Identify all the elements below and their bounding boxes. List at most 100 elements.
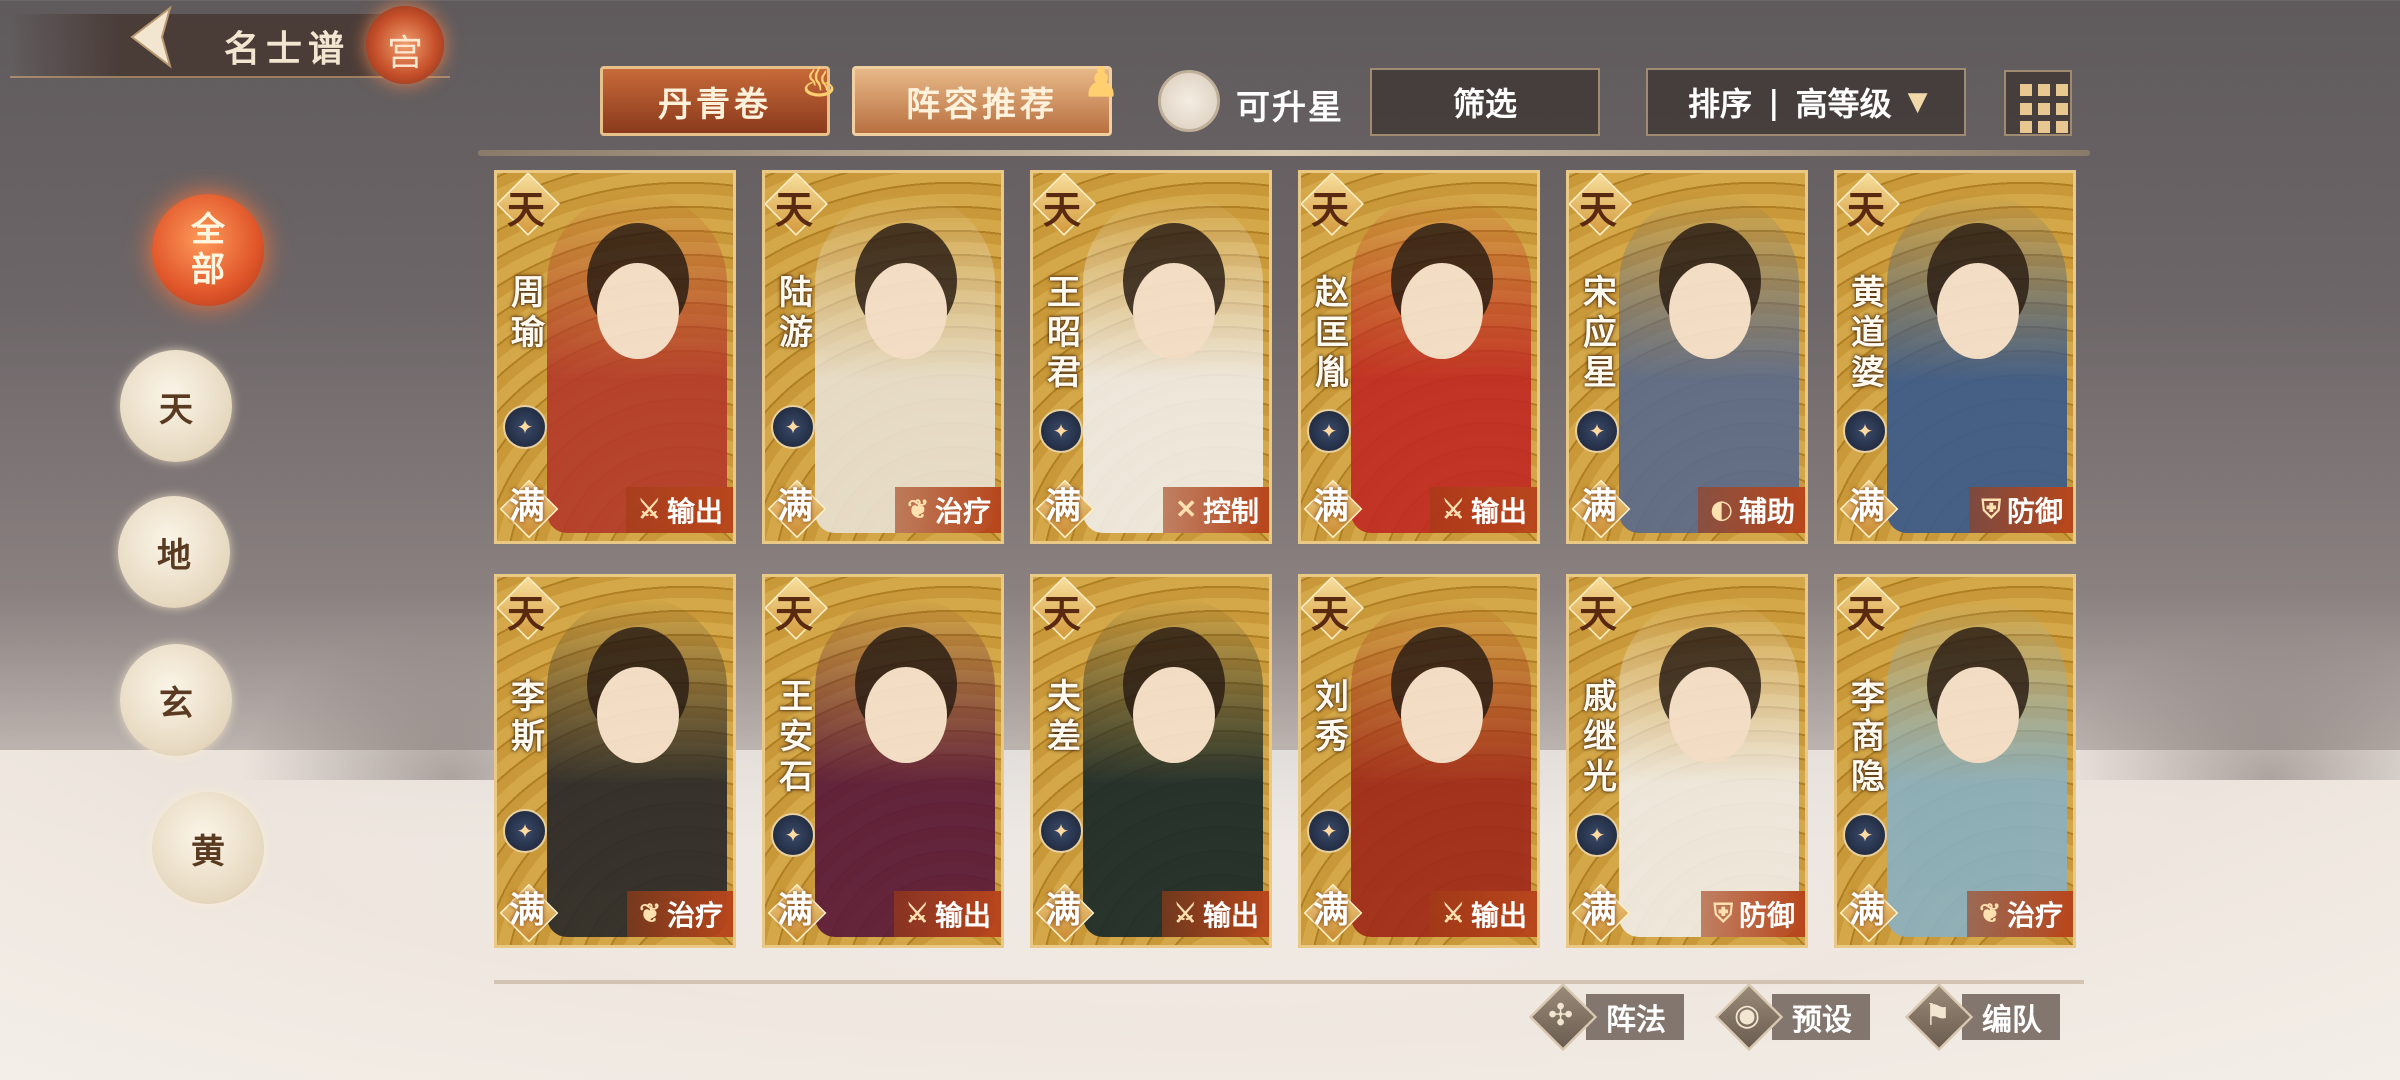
faction-icon: ✦ bbox=[771, 813, 815, 857]
hero-portrait bbox=[1351, 597, 1531, 937]
max-level-badge: 满 bbox=[509, 485, 546, 527]
faction-icon: ✦ bbox=[503, 809, 547, 853]
tier-badge: 天 bbox=[1043, 591, 1082, 636]
role-label: 输出 bbox=[1470, 899, 1527, 932]
hero-card[interactable]: 天 周瑜 ✦ 满 ⚔ 输出 bbox=[494, 170, 736, 544]
hero-name: 陆游 bbox=[779, 273, 813, 353]
preset-button[interactable]: ◉ 预设 bbox=[1714, 982, 1870, 1052]
shield-icon: ⛨ bbox=[1713, 898, 1733, 929]
background-mountain bbox=[2060, 620, 2400, 780]
role-label: 控制 bbox=[1202, 495, 1259, 528]
rank-filter-xuan[interactable]: 玄 bbox=[120, 644, 232, 756]
tier-badge: 天 bbox=[507, 591, 546, 636]
hero-portrait bbox=[815, 597, 995, 937]
formation-button[interactable]: ✣ 阵法 bbox=[1528, 982, 1684, 1052]
sword-icon: ⚔ bbox=[637, 495, 661, 525]
role-label: 辅助 bbox=[1738, 495, 1795, 528]
filter-button[interactable]: 筛选 bbox=[1370, 68, 1600, 136]
sort-dropdown[interactable]: 排序 | 高等级 ▼ bbox=[1646, 68, 1966, 136]
faction-icon: ✦ bbox=[1843, 409, 1887, 453]
hero-portrait bbox=[1887, 193, 2067, 533]
role-label: 治疗 bbox=[2006, 899, 2063, 932]
preset-label: 预设 bbox=[1772, 994, 1870, 1040]
hero-name: 黄道婆 bbox=[1851, 273, 1885, 393]
tab-lineup-recommend[interactable]: 阵容推荐 ♟ bbox=[852, 59, 1119, 136]
hero-card[interactable]: 天 王安石 ✦ 满 ⚔ 输出 bbox=[762, 574, 1004, 948]
formation-icon: ✣ bbox=[1548, 998, 1574, 1033]
hero-name: 戚继光 bbox=[1583, 677, 1617, 797]
max-level-badge: 满 bbox=[1849, 485, 1886, 527]
hero-card[interactable]: 天 戚继光 ✦ 满 ⛨ 防御 bbox=[1566, 574, 1808, 948]
grid-view-button[interactable] bbox=[2004, 70, 2072, 136]
hero-name: 王安石 bbox=[779, 677, 813, 797]
team-button[interactable]: ⚑ 编队 bbox=[1904, 982, 2060, 1052]
role-label: 治疗 bbox=[934, 495, 991, 528]
hero-portrait bbox=[815, 193, 995, 533]
hero-card[interactable]: 天 赵匡胤 ✦ 满 ⚔ 输出 bbox=[1298, 170, 1540, 544]
hero-card[interactable]: 天 宋应星 ✦ 满 ◐ 辅助 bbox=[1566, 170, 1808, 544]
max-level-badge: 满 bbox=[1045, 485, 1082, 527]
hero-card[interactable]: 天 黄道婆 ✦ 满 ⛨ 防御 bbox=[1834, 170, 2076, 544]
role-tag: ⛨ 防御 bbox=[1701, 891, 1805, 937]
hero-card[interactable]: 天 夫差 ✦ 满 ⚔ 输出 bbox=[1030, 574, 1272, 948]
hero-card[interactable]: 天 刘秀 ✦ 满 ⚔ 输出 bbox=[1298, 574, 1540, 948]
faction-icon: ✦ bbox=[1843, 813, 1887, 857]
tier-badge: 天 bbox=[1579, 187, 1618, 232]
role-label: 输出 bbox=[666, 495, 723, 528]
rank-filter-di[interactable]: 地 bbox=[118, 496, 230, 608]
hero-card[interactable]: 天 陆游 ✦ 满 ❦ 治疗 bbox=[762, 170, 1004, 544]
hero-card[interactable]: 天 李斯 ✦ 满 ❦ 治疗 bbox=[494, 574, 736, 948]
role-tag: ❦ 治疗 bbox=[895, 487, 1001, 533]
max-level-badge: 满 bbox=[1849, 889, 1886, 931]
role-tag: ✕ 控制 bbox=[1163, 487, 1269, 533]
sword-icon: ⚔ bbox=[1441, 495, 1465, 525]
role-label: 输出 bbox=[934, 899, 991, 932]
hero-card[interactable]: 天 王昭君 ✦ 满 ✕ 控制 bbox=[1030, 170, 1272, 544]
max-level-badge: 满 bbox=[1045, 889, 1082, 931]
hero-card[interactable]: 天 李商隐 ✦ 满 ❦ 治疗 bbox=[1834, 574, 2076, 948]
back-button[interactable] bbox=[118, 2, 182, 72]
divider-bottom bbox=[494, 980, 2084, 984]
orb-icon: ◐ bbox=[1710, 495, 1733, 525]
sword-icon: ⚔ bbox=[1173, 899, 1197, 929]
sword-icon: ⚔ bbox=[905, 899, 929, 929]
hero-name: 周瑜 bbox=[511, 273, 545, 353]
sprout-icon: ❦ bbox=[907, 495, 929, 525]
hero-portrait bbox=[1083, 597, 1263, 937]
hero-name: 赵匡胤 bbox=[1315, 273, 1349, 393]
flag-icon: ⚑ bbox=[1924, 998, 1951, 1033]
rank-filter-all[interactable]: 全 部 bbox=[152, 194, 264, 306]
role-tag: ⛨ 防御 bbox=[1969, 487, 2073, 533]
rank-filter-huang[interactable]: 黄 bbox=[152, 792, 264, 904]
hero-portrait bbox=[1619, 193, 1799, 533]
max-level-badge: 满 bbox=[777, 485, 814, 527]
sprout-icon: ❦ bbox=[1979, 899, 2001, 929]
role-tag: ⚔ 输出 bbox=[1429, 891, 1537, 937]
faction-icon: ✦ bbox=[1307, 809, 1351, 853]
hero-portrait bbox=[1351, 193, 1531, 533]
hero-name: 王昭君 bbox=[1047, 273, 1081, 393]
role-label: 输出 bbox=[1470, 495, 1527, 528]
max-level-badge: 满 bbox=[1313, 485, 1350, 527]
faction-icon: ✦ bbox=[771, 405, 815, 449]
tier-badge: 天 bbox=[1311, 187, 1350, 232]
sprout-icon: ❦ bbox=[639, 899, 661, 929]
figure-icon: ♟ bbox=[1083, 59, 1123, 106]
title-emblem-icon: 宫 bbox=[366, 6, 444, 84]
tab-label: 阵容推荐 bbox=[906, 84, 1058, 125]
divider-top bbox=[478, 150, 2090, 156]
hero-name: 夫差 bbox=[1047, 677, 1081, 757]
sword-icon: ⚔ bbox=[1441, 899, 1465, 929]
rank-filter-tian[interactable]: 天 bbox=[120, 350, 232, 462]
max-level-badge: 满 bbox=[777, 889, 814, 931]
faction-icon: ✦ bbox=[1575, 813, 1619, 857]
role-label: 治疗 bbox=[666, 899, 723, 932]
upstar-checkbox[interactable] bbox=[1158, 70, 1220, 132]
page-title: 名士谱 bbox=[224, 28, 351, 70]
sort-separator: | bbox=[1768, 83, 1780, 121]
tab-danqing[interactable]: 丹青卷 ♨ bbox=[600, 59, 837, 136]
role-tag: ❦ 治疗 bbox=[627, 891, 733, 937]
chevron-down-icon: ▼ bbox=[1907, 87, 1928, 117]
faction-icon: ✦ bbox=[1307, 409, 1351, 453]
role-label: 防御 bbox=[1738, 899, 1795, 932]
